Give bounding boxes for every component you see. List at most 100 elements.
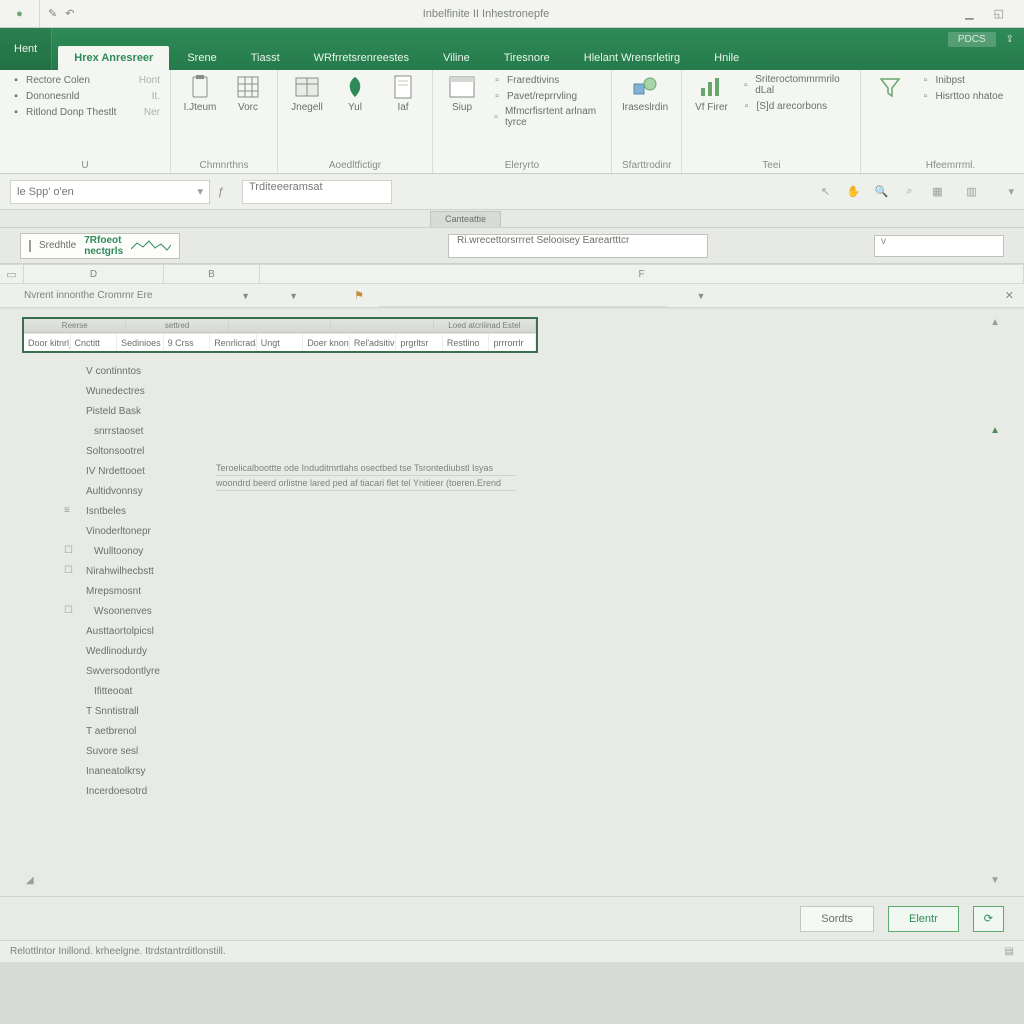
ribbon-command[interactable]: ▫Pavet/reprrvling xyxy=(491,90,601,102)
ribbon-tab[interactable]: Tiasst xyxy=(235,46,296,70)
field-list-item[interactable]: Mrepsmosnt xyxy=(80,581,200,601)
field-list-item[interactable]: V continntos xyxy=(80,361,200,381)
table-cell[interactable]: 9 Crss xyxy=(164,334,211,351)
ribbon-tab[interactable]: Hlelant Wrensrletirg xyxy=(568,46,696,70)
ribbon-command[interactable]: I.Jteum xyxy=(181,74,219,113)
back-button[interactable]: Sordts xyxy=(800,906,874,932)
table-cell[interactable]: Cnctitt xyxy=(71,334,118,351)
table-header-cell[interactable]: Loed atcriiinad Estel xyxy=(434,319,536,332)
table-header-cell[interactable] xyxy=(229,319,331,332)
ribbon-command[interactable]: Vorc xyxy=(229,74,267,113)
field-list-item[interactable]: Aultidvonnsy xyxy=(80,481,200,501)
ribbon-tab[interactable]: Viline xyxy=(427,46,486,70)
ribbon-command[interactable]: Siup xyxy=(443,74,481,113)
field-list-item[interactable]: IV Nrdettooet xyxy=(80,461,200,481)
table-cell[interactable]: Restlino xyxy=(443,334,490,351)
ribbon-tab[interactable]: WRfrretsrenreestes xyxy=(298,46,425,70)
field-list-item[interactable]: ☐Wulltoonoy xyxy=(80,541,200,561)
column-header[interactable]: D xyxy=(24,265,164,283)
field-list-item[interactable]: Swversodontlyre xyxy=(80,661,200,681)
select-all-corner[interactable]: ▭ xyxy=(0,265,24,283)
search-icon[interactable]: ⌕ xyxy=(900,185,918,198)
table-header-cell[interactable]: Reerse xyxy=(24,319,126,332)
field-list-item[interactable]: Wunedectres xyxy=(80,381,200,401)
selected-table[interactable]: Reersesettred Loed atcriiinad Estel Door … xyxy=(22,317,538,353)
expand-icon[interactable]: ▾ xyxy=(1008,185,1014,198)
checkbox-icon[interactable] xyxy=(29,240,31,252)
ribbon-command[interactable]: ▫[S]d arecorbons xyxy=(740,100,850,112)
field-list-item[interactable]: ☐Nirahwilhecbstt xyxy=(80,561,200,581)
filter-dropdown-4[interactable]: ▼ xyxy=(667,291,715,301)
layout-icon[interactable]: ▤ xyxy=(1005,946,1014,957)
ribbon-command[interactable] xyxy=(871,74,909,102)
name-box[interactable]: le Spp' o'en ▾ xyxy=(10,180,210,204)
table-cell[interactable]: Rel'adsitivitre xyxy=(350,334,397,351)
ribbon-command[interactable]: Iaf xyxy=(384,74,422,113)
filter-dropdown-1[interactable]: ▼ xyxy=(212,291,260,301)
field-list-item[interactable]: Austtaortolpicsl xyxy=(80,621,200,641)
field-list-item[interactable]: T Snntistrall xyxy=(80,701,200,721)
ribbon-command[interactable]: ▪Ritlond Donp ThestltNer xyxy=(10,106,160,118)
field-list-item[interactable]: Soltonsootrel xyxy=(80,441,200,461)
field-list-item[interactable]: Pisteld Bask xyxy=(80,401,200,421)
ribbon-command[interactable]: ▪Rectore ColenHont xyxy=(10,74,160,86)
field-list-item[interactable]: Ifitteooat xyxy=(80,681,200,701)
worksheet-canvas[interactable]: Reersesettred Loed atcriiinad Estel Door … xyxy=(20,315,1004,890)
restore-icon[interactable]: ◱ xyxy=(994,7,1004,20)
field-list-item[interactable]: ≡Isntbeles xyxy=(80,501,200,521)
ribbon-command[interactable]: Yul xyxy=(336,74,374,113)
close-panel-icon[interactable]: ✕ xyxy=(1005,289,1024,302)
column-header[interactable]: F xyxy=(260,265,1024,283)
filter-dropdown-3[interactable]: ⚑ xyxy=(308,289,378,302)
table-header-cell[interactable] xyxy=(331,319,433,332)
hand-icon[interactable]: ✋ xyxy=(844,185,862,198)
crumb-tab[interactable]: Canteattie xyxy=(430,211,501,227)
field-list-item[interactable]: ☐Wsoonenves xyxy=(80,601,200,621)
ribbon-command[interactable]: Jnegell xyxy=(288,74,326,113)
scroll-down-icon[interactable]: ▼ xyxy=(990,875,1000,886)
table-cell[interactable]: Sedinioes xyxy=(117,334,164,351)
ribbon-command[interactable]: ▫Hisrttoo nhatoe xyxy=(919,90,1024,102)
ribbon-tab[interactable]: Hrex Anresreer xyxy=(58,46,169,70)
field-list-item[interactable]: Vinoderltonepr xyxy=(80,521,200,541)
refresh-button[interactable]: ⟳ xyxy=(973,906,1004,932)
share-icon[interactable]: ⇪ xyxy=(1006,34,1014,45)
field-list-item[interactable]: Suvore sesl xyxy=(80,741,200,761)
table-view-icon[interactable]: ▥ xyxy=(962,185,980,198)
account-pill[interactable]: PDCS xyxy=(948,32,996,47)
field-list-item[interactable]: snrrstaoset xyxy=(80,421,200,441)
scroll-marker-icon[interactable]: ▲ xyxy=(990,425,1000,436)
field-list-item[interactable]: Inaneatolkrsy xyxy=(80,761,200,781)
table-cell[interactable]: Doer knononea xyxy=(303,334,350,351)
sheet-corner-icon[interactable]: ◢ xyxy=(26,875,34,886)
selection-box[interactable]: Sredhtle 7Rfoeot nectgrls xyxy=(20,233,180,259)
table-cell[interactable]: Renrlicradai xyxy=(210,334,257,351)
primary-button[interactable]: Elentr xyxy=(888,906,959,932)
table-cell[interactable]: prgrltsr xyxy=(396,334,443,351)
save-icon[interactable]: ✎ xyxy=(48,7,57,20)
ribbon-command[interactable]: ▫Fraredtivins xyxy=(491,74,601,86)
ribbon-command[interactable]: ▫Inibpst xyxy=(919,74,1024,86)
ribbon-command[interactable]: ▫Mfmcrfisrtent arlnam tyrce xyxy=(491,106,601,128)
ribbon-tab[interactable]: Tiresnore xyxy=(488,46,566,70)
table-header-cell[interactable]: settred xyxy=(126,319,228,332)
table-cell[interactable]: Door kitnrl_Treertestir xyxy=(24,334,71,351)
grid-view-icon[interactable]: ▦ xyxy=(928,185,946,198)
ribbon-command[interactable]: ▪DononesnldIt. xyxy=(10,90,160,102)
table-cell[interactable]: prrrorrlr xyxy=(489,334,536,351)
ribbon-tab[interactable]: Hnile xyxy=(698,46,755,70)
fx-icon[interactable]: ƒ xyxy=(218,186,236,198)
pointer-icon[interactable]: ↖ xyxy=(816,185,834,198)
formula-bar[interactable]: Trditeeeramsat xyxy=(242,180,392,204)
file-tab[interactable]: Hent xyxy=(0,28,52,70)
scroll-up-icon[interactable]: ▲ xyxy=(990,317,1000,328)
system-menu[interactable]: ● xyxy=(0,0,40,27)
zoom-icon[interactable]: 🔍 xyxy=(872,185,890,198)
ribbon-command[interactable]: Iraseslrdin xyxy=(622,74,668,113)
ribbon-command[interactable]: ▫Sriteroctommrmrilo dLal xyxy=(740,74,850,96)
ribbon-tab[interactable]: Srene xyxy=(171,46,232,70)
minimize-icon[interactable]: ▁ xyxy=(965,7,973,20)
ribbon-command[interactable]: Vf Firer xyxy=(692,74,730,113)
field-list-item[interactable]: Incerdoesotrd xyxy=(80,781,200,801)
aux-input[interactable]: v xyxy=(874,235,1004,257)
